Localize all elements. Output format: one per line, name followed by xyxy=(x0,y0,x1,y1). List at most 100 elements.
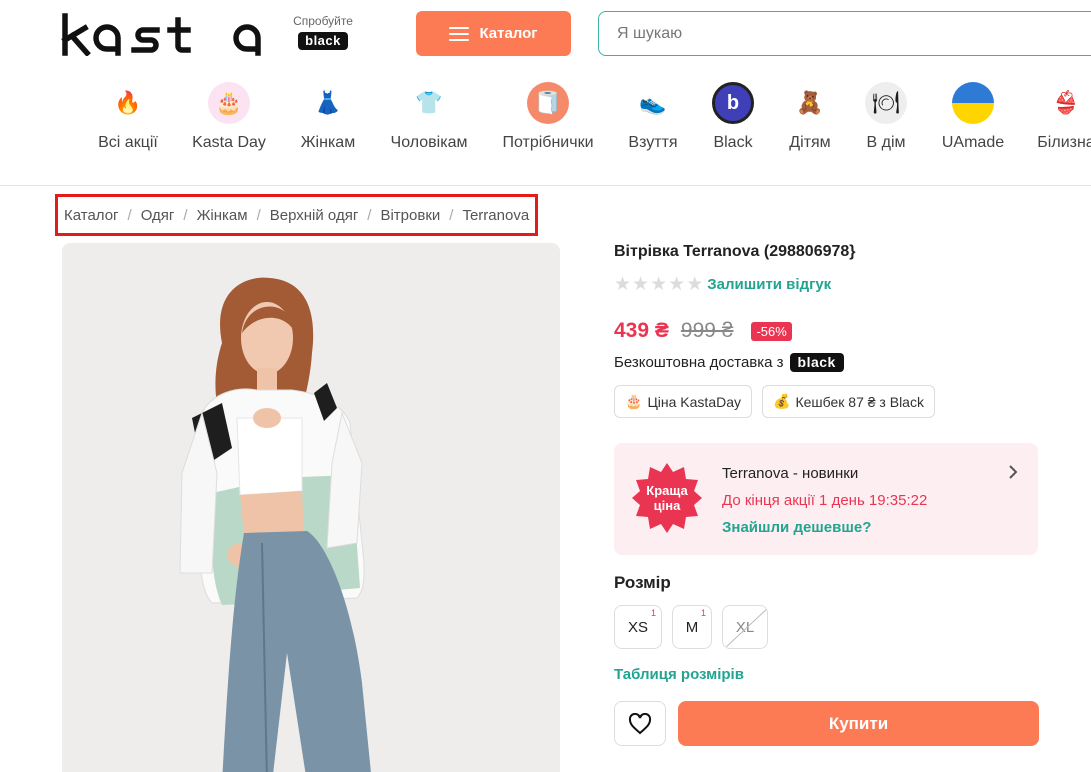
breadcrumb-separator: / xyxy=(183,206,188,224)
black-badge: black xyxy=(298,32,348,50)
category-label: Всі акції xyxy=(98,134,158,151)
size-selector: XS 1 M 1 XL xyxy=(614,605,1044,649)
breadcrumb: Каталог / Одяг / Жінкам / Верхній одяг / Вітровк… xyxy=(55,194,539,236)
product-title: Вітрівка Terranova (298806978} xyxy=(614,243,856,260)
cake-icon: 🎂 xyxy=(625,393,643,409)
kastaday-price-tag[interactable]: 🎂 Ціна KastaDay xyxy=(614,385,753,418)
buy-button[interactable]: Купити xyxy=(678,701,1039,746)
discount-badge: -56% xyxy=(751,321,792,341)
catalog-button-label: Каталог xyxy=(479,25,538,42)
kasta-logo-mark xyxy=(61,13,261,57)
chevron-right-icon[interactable] xyxy=(1006,465,1020,479)
rating-row: ★ ★ ★ ★ ★ Залишити відгук xyxy=(614,275,1044,294)
breadcrumb-separator: / xyxy=(127,206,132,224)
category-item[interactable]: 🔥 Всі акції xyxy=(78,82,178,152)
product-info: Вітрівка Terranova (298806978} ★ ★ ★ ★ ★… xyxy=(614,243,1044,746)
category-label: В дім xyxy=(866,134,906,151)
size-title: Розмір xyxy=(614,573,671,592)
heart-icon xyxy=(628,712,652,734)
shirt-icon: 👕 xyxy=(408,82,450,124)
free-delivery-row: Безкоштовна доставка з black xyxy=(614,353,1044,372)
size-stock-count: 1 xyxy=(700,608,706,618)
price-row: 439 ₴ 999 ₴ -56% xyxy=(614,319,1044,343)
try-black-promo[interactable]: Спробуйте black xyxy=(288,14,358,50)
size-label: XL xyxy=(735,618,755,636)
star-icon[interactable]: ★ xyxy=(614,275,631,294)
size-option-m[interactable]: M 1 xyxy=(672,605,712,649)
size-label: M xyxy=(685,618,699,636)
try-black-text: Спробуйте xyxy=(293,14,353,28)
hamburger-icon xyxy=(449,26,470,41)
star-icon[interactable]: ★ xyxy=(668,275,685,294)
ukraine-flag-icon xyxy=(952,82,994,124)
catalog-button[interactable]: Каталог xyxy=(416,11,571,56)
kasta-logo[interactable] xyxy=(60,12,265,57)
lingerie-icon: 👙 xyxy=(1045,82,1087,124)
size-label: XS xyxy=(627,618,648,636)
category-label: UAmade xyxy=(941,134,1005,151)
category-item[interactable]: 👗 Жінкам xyxy=(278,82,378,152)
black-b-icon: b xyxy=(712,82,754,124)
category-label: Потрібнички xyxy=(502,134,594,151)
category-item[interactable]: 🎂 Kasta Day xyxy=(179,82,279,152)
promo-card[interactable]: Краща ціна Terranova - новинки До кінця … xyxy=(614,443,1038,555)
star-icon[interactable]: ★ xyxy=(650,275,667,294)
sneaker-icon: 👟 xyxy=(632,82,674,124)
category-item[interactable]: 🍽 В дім xyxy=(836,82,936,152)
favorite-button[interactable] xyxy=(614,701,666,746)
paper-roll-icon: 🧻 xyxy=(527,82,569,124)
breadcrumb-item[interactable]: Одяг xyxy=(141,207,175,224)
product-image[interactable] xyxy=(62,243,560,772)
promo-timer: До кінця акції 1 день 19:35:22 xyxy=(722,492,928,509)
category-label: Жінкам xyxy=(300,134,356,151)
size-table-link[interactable]: Таблиця розмірів xyxy=(614,666,1044,683)
star-icon[interactable]: ★ xyxy=(632,275,649,294)
breadcrumb-separator: / xyxy=(449,206,454,224)
found-cheaper-link[interactable]: Знайшли дешевше? xyxy=(722,519,871,536)
old-price: 999 ₴ xyxy=(680,319,734,342)
model-photo xyxy=(179,277,371,772)
delivery-text: Безкоштовна доставка з xyxy=(614,354,784,371)
cashback-tag[interactable]: 💰 Кешбек 87 ₴ з Black xyxy=(762,385,935,418)
category-item[interactable]: 👙 Білизна xyxy=(1016,82,1091,152)
category-label: Black xyxy=(713,134,753,151)
leave-review-link[interactable]: Залишити відгук xyxy=(707,276,831,293)
category-label: Взуття xyxy=(628,134,678,151)
size-option-xl-unavailable[interactable]: XL xyxy=(722,605,768,649)
category-item[interactable]: UAmade xyxy=(923,82,1023,152)
size-stock-count: 1 xyxy=(650,608,656,618)
tag-label: Ціна KastaDay xyxy=(647,393,742,410)
promo-tags: 🎂 Ціна KastaDay 💰 Кешбек 87 ₴ з Black xyxy=(614,385,1044,418)
black-badge[interactable]: black xyxy=(789,353,844,372)
category-item[interactable]: 🧻 Потрібнички xyxy=(498,82,598,152)
kid-icon: 🧸 xyxy=(789,82,831,124)
breadcrumb-separator: / xyxy=(367,206,372,224)
star-icon[interactable]: ★ xyxy=(686,275,703,294)
plate-icon: 🍽 xyxy=(865,82,907,124)
category-label: Kasta Day xyxy=(192,134,266,151)
dress-icon: 👗 xyxy=(307,82,349,124)
size-option-xs[interactable]: XS 1 xyxy=(614,605,662,649)
breadcrumb-item[interactable]: Каталог xyxy=(64,207,119,224)
cake-icon: 🎂 xyxy=(208,82,250,124)
header-divider xyxy=(0,185,1091,186)
promo-title: Terranova - новинки xyxy=(722,465,859,482)
badge-line-2: ціна xyxy=(653,498,681,513)
badge-line-1: Краща xyxy=(646,483,688,498)
category-label: Дітям xyxy=(789,134,831,151)
breadcrumb-item[interactable]: Вітровки xyxy=(380,207,440,224)
search-input[interactable] xyxy=(598,11,1091,56)
current-price: 439 ₴ xyxy=(614,319,669,342)
breadcrumb-item[interactable]: Жінкам xyxy=(197,207,248,224)
best-price-badge: Краща ціна xyxy=(632,463,702,533)
breadcrumb-item[interactable]: Верхній одяг xyxy=(270,207,359,224)
money-bag-icon: 💰 xyxy=(773,393,791,409)
category-strip: 🔥 Всі акції 🎂 Kasta Day 👗 Жінкам 👕 Чоловікам 🧻 По… xyxy=(0,82,1091,162)
category-item[interactable]: 👕 Чоловікам xyxy=(379,82,479,152)
breadcrumb-separator: / xyxy=(256,206,261,224)
category-label: Білизна xyxy=(1037,134,1091,151)
fire-icon: 🔥 xyxy=(107,82,149,124)
buy-actions: Купити xyxy=(614,701,1044,746)
tag-label: Кешбек 87 ₴ з Black xyxy=(795,393,924,410)
breadcrumb-item[interactable]: Terranova xyxy=(462,207,529,224)
